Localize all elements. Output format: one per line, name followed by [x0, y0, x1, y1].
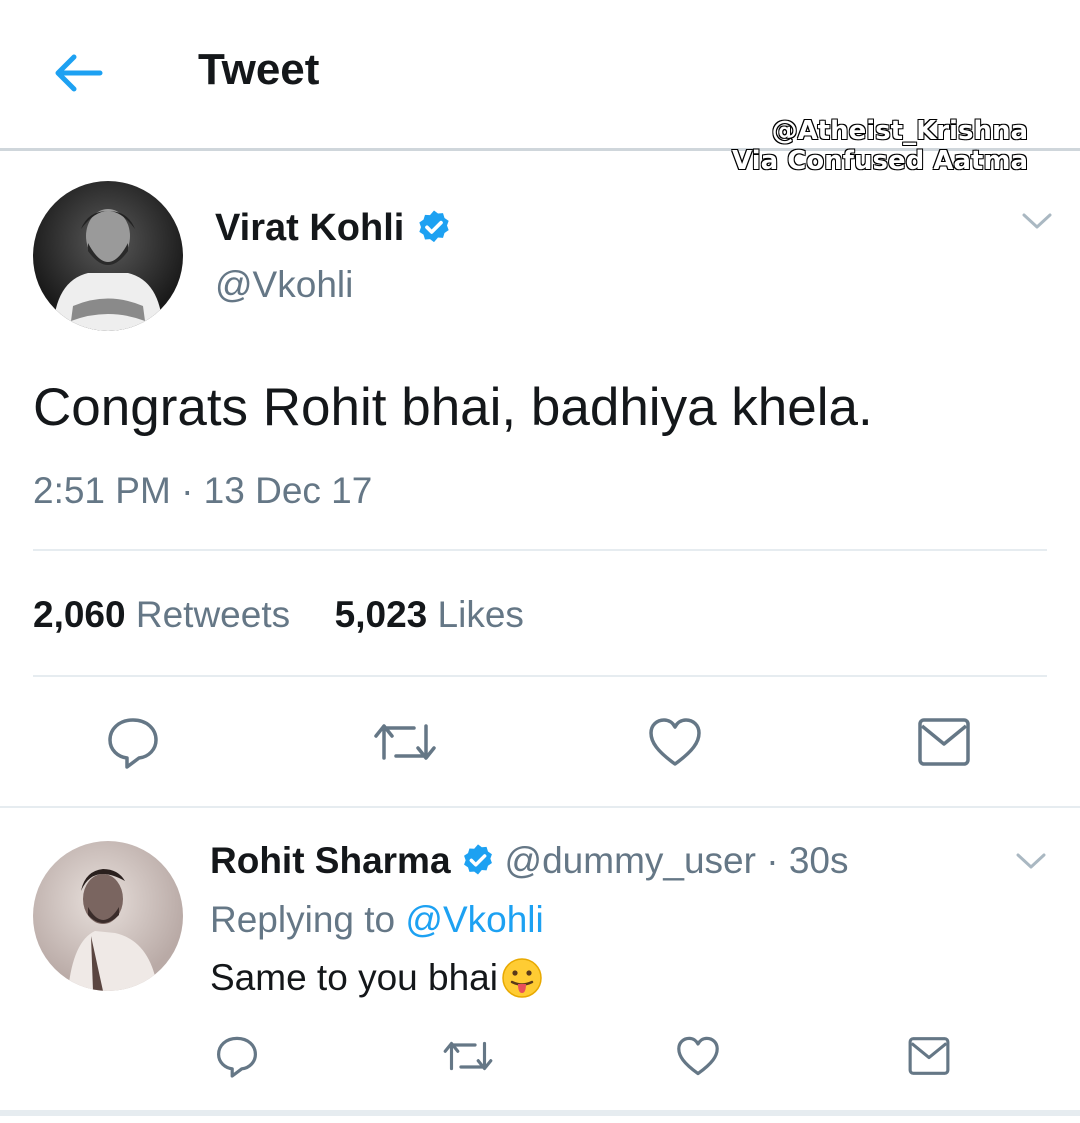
reply-retweet-button[interactable]	[440, 1034, 496, 1078]
reply-options-button[interactable]	[1014, 850, 1048, 877]
retweets-label: Retweets	[135, 594, 291, 635]
avatar-rohit[interactable]	[33, 841, 183, 991]
heart-icon	[677, 1036, 719, 1076]
reply-text-content: Same to you bhai	[210, 957, 498, 998]
tweet-text: Congrats Rohit bhai, badhiya khela.	[33, 378, 873, 437]
tweet-author[interactable]: Virat Kohli	[215, 205, 454, 251]
avatar-portrait	[53, 209, 163, 331]
tweet-stats: 2,060 Retweets 5,023 Likes	[33, 592, 524, 638]
divider	[33, 549, 1047, 551]
watermark-line-2: Via Confused Aatma	[731, 145, 1028, 176]
bottom-divider	[0, 1110, 1080, 1116]
retweets-stat[interactable]: 2,060 Retweets	[33, 594, 290, 635]
watermark: @Atheist_Krishna Via Confused Aatma	[731, 115, 1029, 176]
divider	[0, 806, 1080, 808]
likes-label: Likes	[437, 594, 524, 635]
tweet-timestamp: 2:51 PM · 13 Dec 17	[33, 470, 373, 511]
likes-count: 5,023	[334, 594, 428, 635]
watermark-line-1: @Atheist_Krishna	[771, 115, 1029, 146]
replying-to-line: Replying to @Vkohli	[210, 897, 544, 943]
verified-badge-icon	[463, 844, 492, 875]
retweet-icon	[443, 1041, 493, 1071]
page-title: Tweet	[198, 45, 320, 94]
chevron-down-icon	[1016, 853, 1046, 869]
reply-reply-button[interactable]	[213, 1032, 261, 1080]
avatar-virat[interactable]	[33, 181, 183, 331]
reply-text: Same to you bhai	[210, 955, 544, 1001]
reply-bubble-icon	[108, 718, 158, 769]
face-with-tongue-emoji	[502, 958, 542, 998]
arrow-left-icon	[55, 54, 103, 92]
likes-stat[interactable]: 5,023 Likes	[335, 594, 524, 635]
reply-handle-and-time: @dummy_user · 30s	[504, 840, 849, 881]
retweets-count: 2,060	[33, 594, 126, 635]
replying-prefix: Replying to	[210, 899, 396, 940]
author-name: Virat Kohli	[215, 207, 405, 249]
chevron-down-icon	[1022, 213, 1052, 229]
divider	[33, 675, 1047, 677]
direct-message-button[interactable]	[914, 714, 974, 770]
tweet-options-button[interactable]	[1020, 210, 1054, 237]
retweet-icon	[374, 724, 436, 760]
retweet-button[interactable]	[370, 714, 440, 770]
reply-author[interactable]: Rohit Sharma @dummy_user · 30s	[210, 838, 849, 884]
envelope-icon	[918, 718, 970, 766]
heart-icon	[649, 718, 701, 766]
back-button[interactable]	[48, 48, 108, 98]
reply-like-button[interactable]	[674, 1032, 722, 1080]
reply-dm-button[interactable]	[905, 1034, 953, 1078]
reply-author-name: Rohit Sharma	[210, 840, 451, 881]
reply-bubble-icon	[217, 1036, 257, 1078]
replying-to-link[interactable]: @Vkohli	[405, 899, 543, 940]
avatar-portrait	[68, 869, 158, 991]
author-handle[interactable]: @Vkohli	[215, 262, 353, 308]
verified-badge-icon	[419, 210, 450, 243]
like-button[interactable]	[645, 712, 705, 772]
envelope-icon	[908, 1037, 950, 1075]
reply-button[interactable]	[103, 712, 163, 772]
